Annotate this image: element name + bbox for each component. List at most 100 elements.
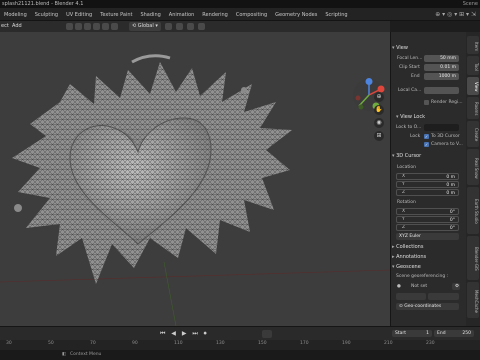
render-region-checkbox[interactable] [424, 100, 429, 105]
status-context-menu: Context Menu [70, 352, 102, 357]
view-lock-section-header[interactable]: View Lock [396, 114, 425, 120]
focal-length-field[interactable]: 50 mm [424, 55, 459, 62]
camera-view-icon[interactable]: ◉ [374, 118, 384, 128]
end-frame-field[interactable]: End 250 [434, 330, 474, 337]
select-mode-icon[interactable] [66, 23, 73, 30]
rotation-mode-select[interactable]: XYZ Euler [396, 233, 459, 240]
start-frame-label: Start [395, 331, 406, 336]
ruler-tick-label: 230 [426, 341, 435, 346]
object-mode-label[interactable]: ect [1, 23, 9, 29]
playback-controls[interactable]: ⏮ ◀ ▶ ⏭ ⏺ [160, 330, 209, 338]
local-camera-field[interactable] [424, 87, 459, 94]
annotations-section-header[interactable]: Annotations [392, 254, 426, 260]
rot-z-field[interactable]: 0° [396, 224, 459, 231]
location-label: Location [397, 165, 417, 170]
tweak-icon[interactable] [84, 23, 91, 30]
workspace-tab[interactable]: UV Editing [62, 10, 96, 20]
falloff-icon[interactable] [198, 23, 205, 30]
to-3d-cursor-checkbox[interactable]: ✓ [424, 134, 429, 139]
splash-droplet [14, 204, 22, 212]
transform-orientation-select[interactable]: ⟲ Global ▾ [129, 22, 161, 31]
layout-icons[interactable]: ⊕ ▾ ◎ ▾ ⊞ ▾ ⇲ [435, 11, 476, 18]
ruler-tick-label: 210 [384, 341, 393, 346]
scene-selector[interactable]: Scene [463, 1, 478, 7]
lock-to-object-field[interactable] [424, 124, 459, 131]
workspace-tab[interactable]: Modeling [0, 10, 31, 20]
workspace-tab[interactable]: Animation [165, 10, 199, 20]
geoscene-section-header[interactable]: Geoscene [392, 264, 421, 270]
pan-hand-icon[interactable]: ✋ [374, 105, 384, 115]
proportional-edit-icon[interactable] [187, 23, 194, 30]
sidebar-tab[interactable]: Blender-GIS [467, 236, 479, 280]
sidebar-tabs: Item Tool View Rooms Create Real Snow Earth St… [466, 32, 480, 326]
pivot-icon[interactable] [165, 23, 172, 30]
georeferencing-label: Scene georeferencing : [396, 274, 449, 279]
camera-to-view-label: Camera to V... [431, 142, 463, 147]
workspace-tab[interactable]: Sculpting [31, 10, 62, 20]
not-set-label: Not set [411, 284, 428, 289]
sidebar-tab[interactable]: Create [467, 121, 479, 147]
ruler-tick-label: 150 [258, 341, 267, 346]
clip-end-label: End [411, 74, 420, 79]
loc-y-field[interactable]: 0 m [396, 181, 459, 188]
circle-select-icon[interactable] [102, 23, 109, 30]
sidebar-tab[interactable]: Real Snow [467, 148, 479, 186]
sidebar-tab[interactable]: Rooms [467, 97, 479, 120]
workspace-tab[interactable]: Geometry Nodes [271, 10, 321, 20]
start-frame-field[interactable]: Start 1 [392, 330, 432, 337]
clip-end-field[interactable]: 1000 m [424, 73, 459, 80]
sidebar-tab[interactable]: View [467, 76, 479, 96]
camera-to-view-checkbox[interactable]: ✓ [424, 142, 429, 147]
timeline-header: ⏮ ◀ ▶ ⏭ ⏺ Start 1 End 250 [0, 326, 480, 340]
loc-z-field[interactable]: 0 m [396, 189, 459, 196]
local-camera-label: Local Ca... [398, 88, 422, 93]
ruler-tick-label: 170 [300, 341, 309, 346]
end-frame-label: End [437, 331, 446, 336]
grid-view-icon[interactable]: ⊞ [374, 131, 384, 141]
geo-op-button[interactable] [396, 293, 426, 300]
ruler-tick-label: 90 [132, 341, 138, 346]
rot-y-field[interactable]: 0° [396, 216, 459, 223]
lasso-icon[interactable] [93, 23, 100, 30]
geo-settings-icon[interactable]: ⚙ [452, 283, 460, 290]
3d-cursor-section-header[interactable]: 3D Cursor [392, 153, 421, 159]
status-bar: ◧ Context Menu [0, 350, 480, 360]
sidebar-tab[interactable]: Item [467, 36, 479, 55]
y-axis-line [163, 261, 177, 326]
sidebar-tab[interactable]: Tool [467, 56, 479, 75]
view-section-header[interactable]: View [392, 45, 408, 51]
geo-coordinates-button[interactable]: ⊙ Geo-coordinates [396, 303, 459, 310]
timeline-ruler[interactable]: 30 50 70 90 110 130 150 170 190 210 230 [0, 340, 480, 350]
loc-x-field[interactable]: 0 m [396, 173, 459, 180]
splash-droplet [241, 87, 247, 93]
focal-length-label: Focal Len... [397, 56, 423, 61]
mouse-icon: ◧ [62, 352, 67, 357]
start-frame-value: 1 [426, 331, 429, 336]
sidebar-tab[interactable]: Earth Studio [467, 187, 479, 235]
workspace-tab[interactable]: Scripting [321, 10, 351, 20]
lock-label: Lock [410, 134, 421, 139]
workspace-tab[interactable]: Texture Paint [96, 10, 136, 20]
sidebar-tab[interactable]: MeshCache [467, 282, 479, 319]
rot-x-field[interactable]: 0° [396, 208, 459, 215]
ruler-tick-label: 50 [48, 341, 54, 346]
geo-coordinates-label: Geo-coordinates [404, 304, 442, 309]
title-bar: splash21121.blend - Blender 4.1 Scene [0, 0, 480, 8]
snap-icon[interactable] [176, 23, 183, 30]
clip-start-field[interactable]: 0.01 m [424, 64, 459, 71]
workspace-tab[interactable]: Shading [136, 10, 164, 20]
add-menu[interactable]: Add [12, 23, 22, 29]
zoom-icon[interactable]: ⊕ [374, 92, 384, 102]
current-frame-field[interactable] [262, 330, 272, 338]
box-select-icon[interactable] [75, 23, 82, 30]
3d-viewport[interactable]: ⊕ ✋ ◉ ⊞ [0, 32, 390, 326]
workspace-tab[interactable]: Compositing [232, 10, 271, 20]
ruler-tick-label: 110 [174, 341, 183, 346]
viewport-header: ect Add ⟲ Global ▾ [0, 21, 390, 32]
workspace-tab[interactable]: Rendering [198, 10, 232, 20]
geo-op-button[interactable] [428, 293, 459, 300]
collections-section-header[interactable]: Collections [392, 244, 423, 250]
gizmo-z-icon[interactable] [365, 78, 373, 85]
invert-icon[interactable] [111, 23, 118, 30]
workspace-bar: Modeling Sculpting UV Editing Texture Paint… [0, 8, 480, 21]
